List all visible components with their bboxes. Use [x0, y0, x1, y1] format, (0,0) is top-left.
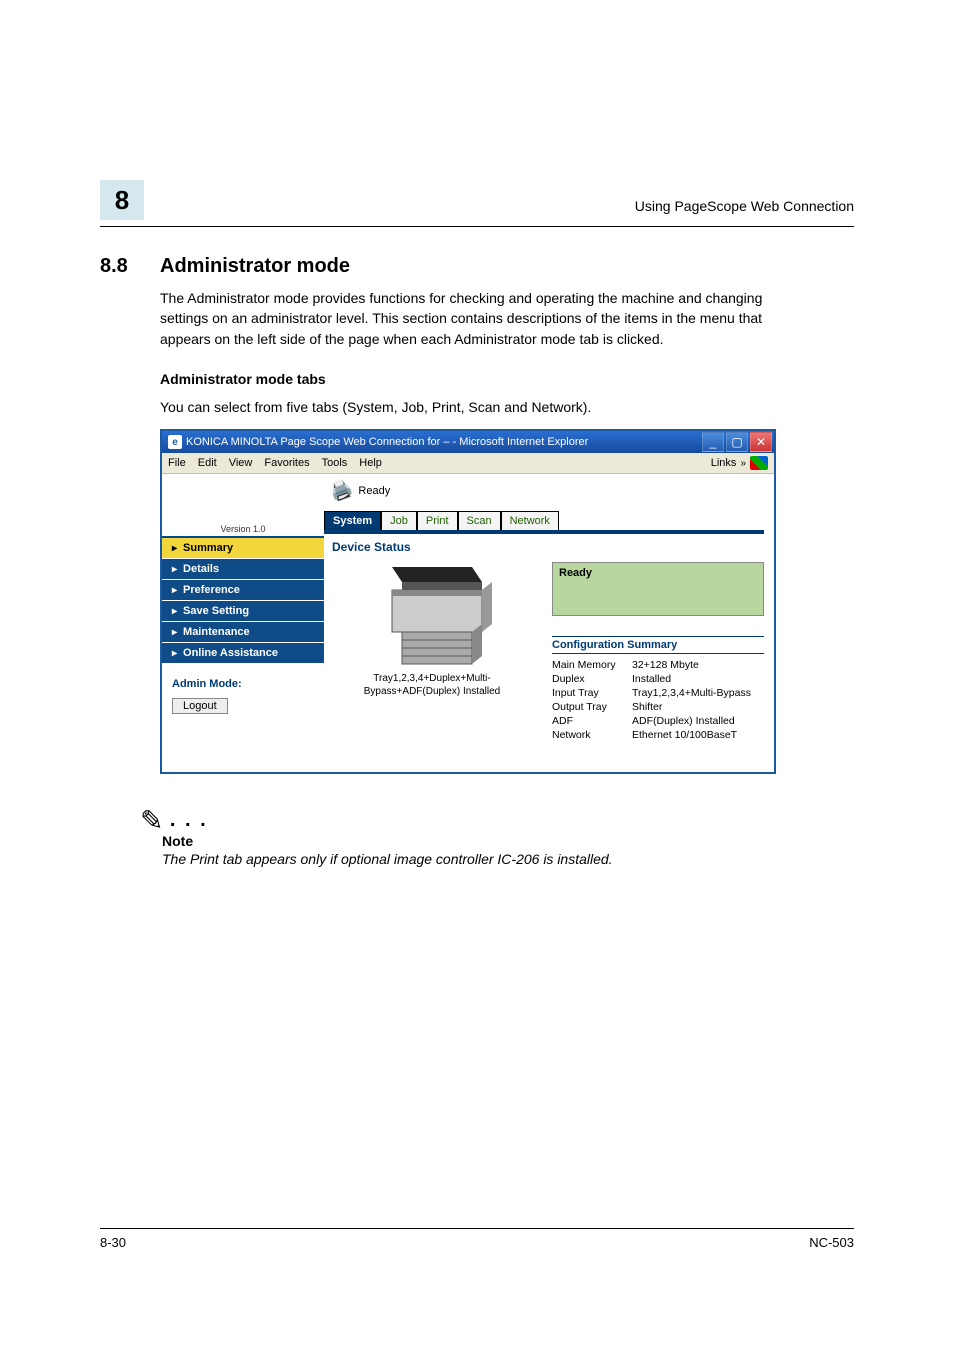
- sidebar-item-details[interactable]: ▸ Details: [162, 559, 324, 580]
- intro-paragraph: The Administrator mode provides function…: [160, 288, 780, 349]
- tab-network[interactable]: Network: [501, 511, 559, 530]
- tray-text-line2: Bypass+ADF(Duplex) Installed: [364, 686, 500, 697]
- maximize-button[interactable]: ▢: [726, 432, 748, 452]
- sidebar-label: Details: [183, 563, 219, 575]
- sidebar-item-maintenance[interactable]: ▸ Maintenance: [162, 622, 324, 643]
- configuration-summary-title: Configuration Summary: [552, 636, 764, 654]
- conf-key: ADF: [552, 714, 632, 728]
- ready-status-top: Ready: [358, 485, 390, 497]
- sidebar-label: Online Assistance: [183, 647, 278, 659]
- logout-button[interactable]: Logout: [172, 698, 228, 714]
- conf-val: Tray1,2,3,4+Multi-Bypass: [632, 686, 764, 700]
- ie-throbber-icon: [750, 456, 768, 470]
- conf-val: Shifter: [632, 700, 764, 714]
- triangle-icon: ▸: [172, 648, 177, 659]
- configuration-summary-table: Main Memory 32+128 Mbyte Duplex Installe…: [552, 658, 764, 742]
- conf-val: Ethernet 10/100BaseT: [632, 728, 764, 742]
- minimize-button[interactable]: _: [702, 432, 724, 452]
- triangle-icon: ▸: [172, 585, 177, 596]
- sidebar-label: Save Setting: [183, 605, 249, 617]
- menu-favorites[interactable]: Favorites: [264, 457, 309, 469]
- ie-app-icon: e: [168, 435, 182, 449]
- printer-status-icon: 🖨️: [327, 477, 355, 504]
- note-dots: . . .: [170, 809, 208, 831]
- device-status-box: Ready: [552, 562, 764, 616]
- footer-page-number: 8-30: [100, 1235, 126, 1250]
- ie-window: e KONICA MINOLTA Page Scope Web Connecti…: [160, 429, 776, 774]
- sidebar-label: Maintenance: [183, 626, 250, 638]
- section-title: Administrator mode: [160, 255, 350, 278]
- triangle-icon: ▸: [172, 627, 177, 638]
- sidebar-item-summary[interactable]: ▸ Summary: [162, 538, 324, 559]
- triangle-icon: ▸: [172, 543, 177, 554]
- admin-mode-label: Admin Mode:: [172, 678, 314, 690]
- conf-key: Duplex: [552, 672, 632, 686]
- triangle-icon: ▸: [172, 606, 177, 617]
- note-text: The Print tab appears only if optional i…: [162, 851, 854, 867]
- note-label: Note: [162, 833, 854, 849]
- ie-window-title: KONICA MINOLTA Page Scope Web Connection…: [186, 436, 588, 448]
- ie-titlebar: e KONICA MINOLTA Page Scope Web Connecti…: [162, 431, 774, 453]
- content-tabs: System Job Print Scan Network: [324, 511, 764, 530]
- tab-system[interactable]: System: [324, 511, 381, 530]
- sidebar-item-save-setting[interactable]: ▸ Save Setting: [162, 601, 324, 622]
- conf-key: Network: [552, 728, 632, 742]
- menu-tools[interactable]: Tools: [322, 457, 348, 469]
- sidebar-item-preference[interactable]: ▸ Preference: [162, 580, 324, 601]
- menu-file[interactable]: File: [168, 457, 186, 469]
- chapter-number-box: 8: [100, 180, 144, 220]
- links-label[interactable]: Links: [711, 457, 737, 469]
- device-status-title: Device Status: [332, 540, 764, 554]
- menu-edit[interactable]: Edit: [198, 457, 217, 469]
- tab-print[interactable]: Print: [417, 511, 458, 530]
- sidebar-label: Summary: [183, 542, 233, 554]
- printer-illustration-icon: [362, 562, 502, 672]
- sub-paragraph: You can select from five tabs (System, J…: [160, 397, 780, 417]
- conf-key: Output Tray: [552, 700, 632, 714]
- version-label: Version 1.0: [220, 524, 265, 534]
- sidebar-label: Preference: [183, 584, 240, 596]
- sidebar-item-online-assistance[interactable]: ▸ Online Assistance: [162, 643, 324, 664]
- running-header: Using PageScope Web Connection: [635, 198, 854, 220]
- conf-key: Main Memory: [552, 658, 632, 672]
- conf-key: Input Tray: [552, 686, 632, 700]
- tab-job[interactable]: Job: [381, 511, 417, 530]
- pagescope-logo-block: Version 1.0: [162, 474, 324, 538]
- conf-val: 32+128 Mbyte: [632, 658, 764, 672]
- menu-view[interactable]: View: [229, 457, 253, 469]
- triangle-icon: ▸: [172, 564, 177, 575]
- chevron-right-icon[interactable]: »: [740, 458, 746, 469]
- pen-note-icon: ✎: [140, 804, 163, 837]
- footer-model: NC-503: [809, 1235, 854, 1250]
- ie-menubar: File Edit View Favorites Tools Help Link…: [162, 453, 774, 474]
- tab-scan[interactable]: Scan: [458, 511, 501, 530]
- sub-heading: Administrator mode tabs: [160, 371, 854, 387]
- conf-val: ADF(Duplex) Installed: [632, 714, 764, 728]
- tray-text-line1: Tray1,2,3,4+Duplex+Multi-: [373, 673, 490, 684]
- section-number: 8.8: [100, 255, 160, 278]
- menu-help[interactable]: Help: [359, 457, 382, 469]
- close-button[interactable]: ✕: [750, 432, 772, 452]
- device-status-ready: Ready: [559, 567, 592, 579]
- conf-val: Installed: [632, 672, 764, 686]
